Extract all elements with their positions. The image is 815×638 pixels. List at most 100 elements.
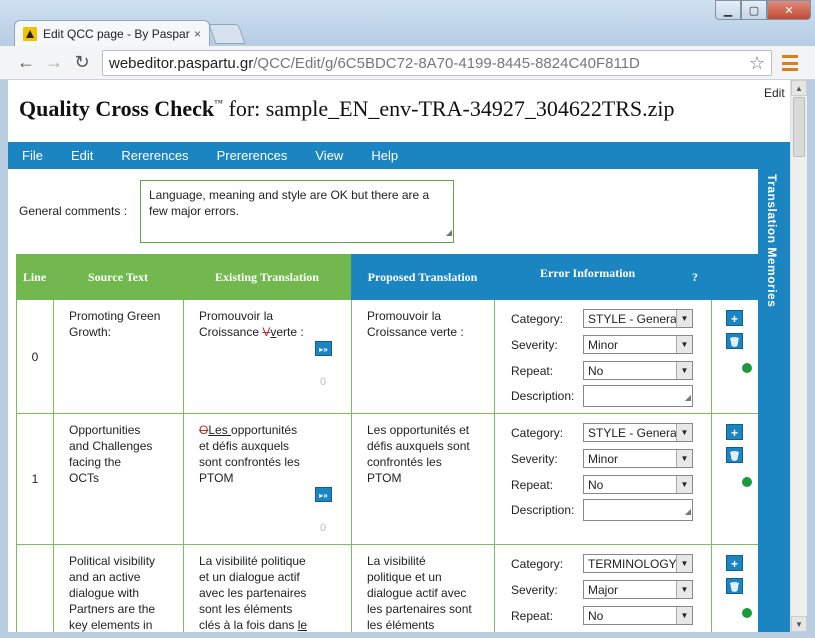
repeat-select[interactable]: No ▼ bbox=[583, 606, 693, 625]
category-select[interactable]: STYLE - General ▼ bbox=[583, 309, 693, 328]
resize-grip-icon[interactable]: ◢ bbox=[685, 504, 691, 520]
inserted-text: Les bbox=[208, 423, 232, 437]
edit-counter: 0 bbox=[320, 522, 327, 534]
chevron-down-icon[interactable]: ▼ bbox=[676, 607, 692, 624]
window-controls: ▁ ▢ ✕ bbox=[715, 0, 811, 20]
menu-preferences[interactable]: Prererences bbox=[203, 148, 302, 163]
help-icon[interactable]: ? bbox=[692, 270, 698, 285]
bookmark-star-icon[interactable]: ☆ bbox=[749, 53, 765, 74]
category-select[interactable]: TERMINOLOGY ▼ bbox=[583, 554, 693, 573]
existing-translation: OLes opportunités et défis auxquels sont… bbox=[184, 414, 304, 486]
delete-error-icon[interactable]: 🗑 bbox=[726, 578, 743, 594]
browser-toolbar: ← → ↻ webeditor.paspartu.gr/QCC/Edit/g/6… bbox=[0, 46, 815, 80]
existing-translation-cell: OLes opportunités et défis auxquels sont… bbox=[183, 414, 351, 544]
proposed-translation[interactable]: Les opportunités et défis auxquels sont … bbox=[352, 414, 472, 486]
add-error-button[interactable]: + bbox=[726, 555, 743, 571]
category-select[interactable]: STYLE - General ▼ bbox=[583, 423, 693, 442]
description-textarea[interactable]: ◢ bbox=[583, 385, 693, 407]
browser-menu-icon[interactable] bbox=[782, 55, 798, 71]
minimize-icon[interactable]: ▁ bbox=[715, 0, 741, 20]
chevron-down-icon[interactable]: ▼ bbox=[676, 476, 692, 493]
scroll-up-icon[interactable]: ▲ bbox=[791, 80, 807, 96]
status-dot bbox=[742, 363, 752, 373]
severity-label: Severity: bbox=[511, 451, 558, 466]
source-text: Promoting Green Growth: bbox=[69, 309, 161, 339]
url-path: /QCC/Edit/g/6C5BDC72-8A70-4199-8445-8824… bbox=[253, 54, 640, 72]
app-menubar: File Edit Rererences Prererences View He… bbox=[8, 142, 790, 169]
description-label: Description: bbox=[511, 389, 575, 403]
scroll-down-icon[interactable]: ▼ bbox=[791, 616, 807, 632]
category-label: Category: bbox=[511, 556, 564, 571]
delete-error-icon[interactable]: 🗑 bbox=[726, 333, 743, 349]
error-info-cell: Category: TERMINOLOGY ▼ Severity: Major ▼ Re… bbox=[494, 545, 711, 632]
page-title-brand: Quality Cross Check bbox=[19, 96, 215, 121]
resize-grip-icon[interactable]: ◢ bbox=[685, 390, 691, 406]
back-arrow-icon[interactable]: ← bbox=[12, 52, 40, 73]
row-actions-cell: + 🗑 bbox=[711, 300, 758, 413]
col-header-proposed: Proposed Translation bbox=[351, 254, 494, 300]
general-comments-textarea[interactable]: Language, meaning and style are OK but t… bbox=[140, 180, 454, 243]
tab-close-icon[interactable]: × bbox=[194, 27, 201, 41]
reload-icon[interactable]: ↻ bbox=[68, 52, 96, 73]
delete-error-icon[interactable]: 🗑 bbox=[726, 447, 743, 463]
edit-link[interactable]: Edit bbox=[764, 86, 785, 100]
general-comments-text: Language, meaning and style are OK but t… bbox=[149, 188, 430, 218]
chevron-down-icon[interactable]: ▼ bbox=[676, 362, 692, 379]
severity-select[interactable]: Major ▼ bbox=[583, 580, 693, 599]
chevron-down-icon[interactable]: ▼ bbox=[676, 424, 692, 441]
line-number: 0 bbox=[16, 300, 53, 413]
source-text-cell: Opportunities and Challenges facing the … bbox=[53, 414, 183, 544]
repeat-select[interactable]: No ▼ bbox=[583, 475, 693, 494]
col-header-source: Source Text bbox=[53, 254, 183, 300]
close-window-icon[interactable]: ✕ bbox=[767, 0, 811, 20]
chevron-down-icon[interactable]: ▼ bbox=[676, 581, 692, 598]
description-label: Description: bbox=[511, 503, 575, 517]
proposed-translation[interactable]: Promouvoir la Croissance verte : bbox=[352, 300, 472, 340]
chevron-down-icon[interactable]: ▼ bbox=[676, 450, 692, 467]
address-bar[interactable]: webeditor.paspartu.gr/QCC/Edit/g/6C5BDC7… bbox=[102, 50, 772, 76]
forward-arrow-icon[interactable]: → bbox=[40, 52, 68, 73]
severity-label: Severity: bbox=[511, 337, 558, 352]
menu-references[interactable]: Rererences bbox=[107, 148, 202, 163]
add-error-button[interactable]: + bbox=[726, 310, 743, 326]
row-actions-cell: + 🗑 bbox=[711, 545, 758, 632]
add-error-button[interactable]: + bbox=[726, 424, 743, 440]
general-comments-label: General comments : bbox=[19, 204, 128, 218]
menu-edit[interactable]: Edit bbox=[57, 148, 107, 163]
copy-to-proposed-button[interactable]: ▸» bbox=[315, 487, 332, 502]
severity-select[interactable]: Minor ▼ bbox=[583, 449, 693, 468]
page-viewport: Edit Quality Cross Check™ for: sample_EN… bbox=[8, 80, 807, 632]
chevron-down-icon[interactable]: ▼ bbox=[676, 310, 692, 327]
chevron-down-icon[interactable]: ▼ bbox=[676, 336, 692, 353]
severity-value: Major bbox=[588, 582, 619, 597]
proposed-translation-cell[interactable]: Les opportunités et défis auxquels sont … bbox=[351, 414, 494, 544]
new-tab-button[interactable] bbox=[208, 24, 246, 44]
repeat-value: No bbox=[588, 477, 604, 492]
translation-memories-label[interactable]: Translation Memories bbox=[765, 174, 779, 307]
resize-grip-icon[interactable]: ◢ bbox=[446, 225, 452, 241]
category-value: STYLE - General bbox=[588, 425, 680, 440]
browser-tab[interactable]: Edit QCC page - By Paspartu × bbox=[14, 20, 210, 46]
severity-select[interactable]: Minor ▼ bbox=[583, 335, 693, 354]
proposed-translation-cell[interactable]: Promouvoir la Croissance verte : bbox=[351, 300, 494, 413]
proposed-translation-cell[interactable]: La visibilité politique et un dialogue a… bbox=[351, 545, 494, 632]
maximize-icon[interactable]: ▢ bbox=[741, 0, 767, 20]
menu-help[interactable]: Help bbox=[357, 148, 412, 163]
copy-to-proposed-button[interactable]: ▸» bbox=[315, 341, 332, 356]
category-value: STYLE - General bbox=[588, 311, 680, 326]
repeat-label: Repeat: bbox=[511, 363, 554, 378]
category-label: Category: bbox=[511, 425, 564, 440]
error-info-title: Error Information bbox=[540, 266, 636, 280]
url-host: webeditor.paspartu.gr bbox=[109, 54, 254, 72]
repeat-select[interactable]: No ▼ bbox=[583, 361, 693, 380]
menu-view[interactable]: View bbox=[301, 148, 357, 163]
status-dot bbox=[742, 477, 752, 487]
existing-translation: Promouvoir la Croissance Vverte : bbox=[184, 300, 314, 340]
page-scrollbar[interactable]: ▲ ▼ bbox=[790, 80, 807, 632]
proposed-translation[interactable]: La visibilité politique et un dialogue a… bbox=[352, 545, 472, 632]
col-header-error-info: Error Information ? bbox=[494, 254, 758, 300]
chevron-down-icon[interactable]: ▼ bbox=[676, 555, 692, 572]
description-textarea[interactable]: ◢ bbox=[583, 499, 693, 521]
scroll-thumb[interactable] bbox=[793, 97, 805, 157]
menu-file[interactable]: File bbox=[8, 148, 57, 163]
